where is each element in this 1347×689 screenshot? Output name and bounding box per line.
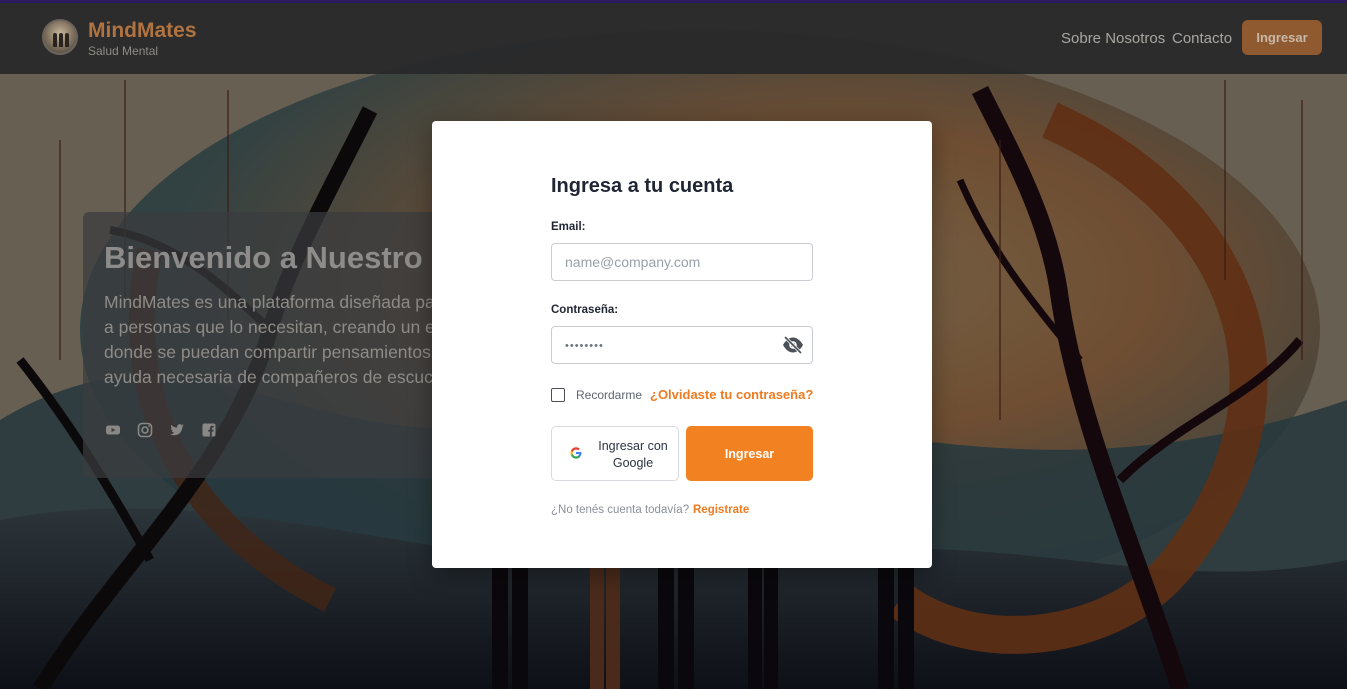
remember-checkbox[interactable] — [551, 388, 565, 402]
google-login-button[interactable]: Ingresar con Google — [551, 426, 679, 481]
google-icon — [570, 447, 582, 459]
google-login-label: Ingresar con Google — [598, 439, 668, 470]
hero-title: Bienvenido a Nuestro — [104, 240, 423, 275]
top-accent-stripe — [0, 0, 1347, 3]
social-links — [105, 422, 217, 438]
navbar: MindMates Salud Mental Sobre Nosotros Co… — [0, 3, 1347, 74]
hide-password-icon[interactable] — [782, 335, 804, 355]
nav-login-button[interactable]: Ingresar — [1242, 20, 1322, 55]
brand-subtitle: Salud Mental — [88, 44, 159, 58]
password-label: Contraseña: — [551, 304, 619, 316]
nav-link-sobre-nosotros[interactable]: Sobre Nosotros — [1061, 30, 1165, 47]
email-label: Email: — [551, 221, 586, 233]
email-field[interactable] — [551, 243, 813, 281]
login-modal: Ingresa a tu cuenta Email: Contraseña: •… — [432, 121, 932, 568]
no-account-text: ¿No tenés cuenta todavía? — [551, 504, 690, 516]
remember-label[interactable]: Recordarme — [576, 388, 642, 402]
register-link[interactable]: Registrate — [693, 504, 749, 516]
brand-name[interactable]: MindMates — [88, 19, 197, 43]
modal-title: Ingresa a tu cuenta — [551, 175, 734, 197]
facebook-icon[interactable] — [201, 422, 217, 438]
forgot-password-link[interactable]: ¿Olvidaste tu contraseña? — [650, 387, 813, 402]
twitter-icon[interactable] — [169, 422, 185, 438]
instagram-icon[interactable] — [137, 422, 153, 438]
nav-link-contacto[interactable]: Contacto — [1172, 30, 1232, 47]
password-masked-value: •••••••• — [565, 340, 604, 352]
brand-logo[interactable] — [42, 19, 78, 55]
submit-login-button[interactable]: Ingresar — [686, 426, 813, 481]
youtube-icon[interactable] — [105, 422, 121, 438]
